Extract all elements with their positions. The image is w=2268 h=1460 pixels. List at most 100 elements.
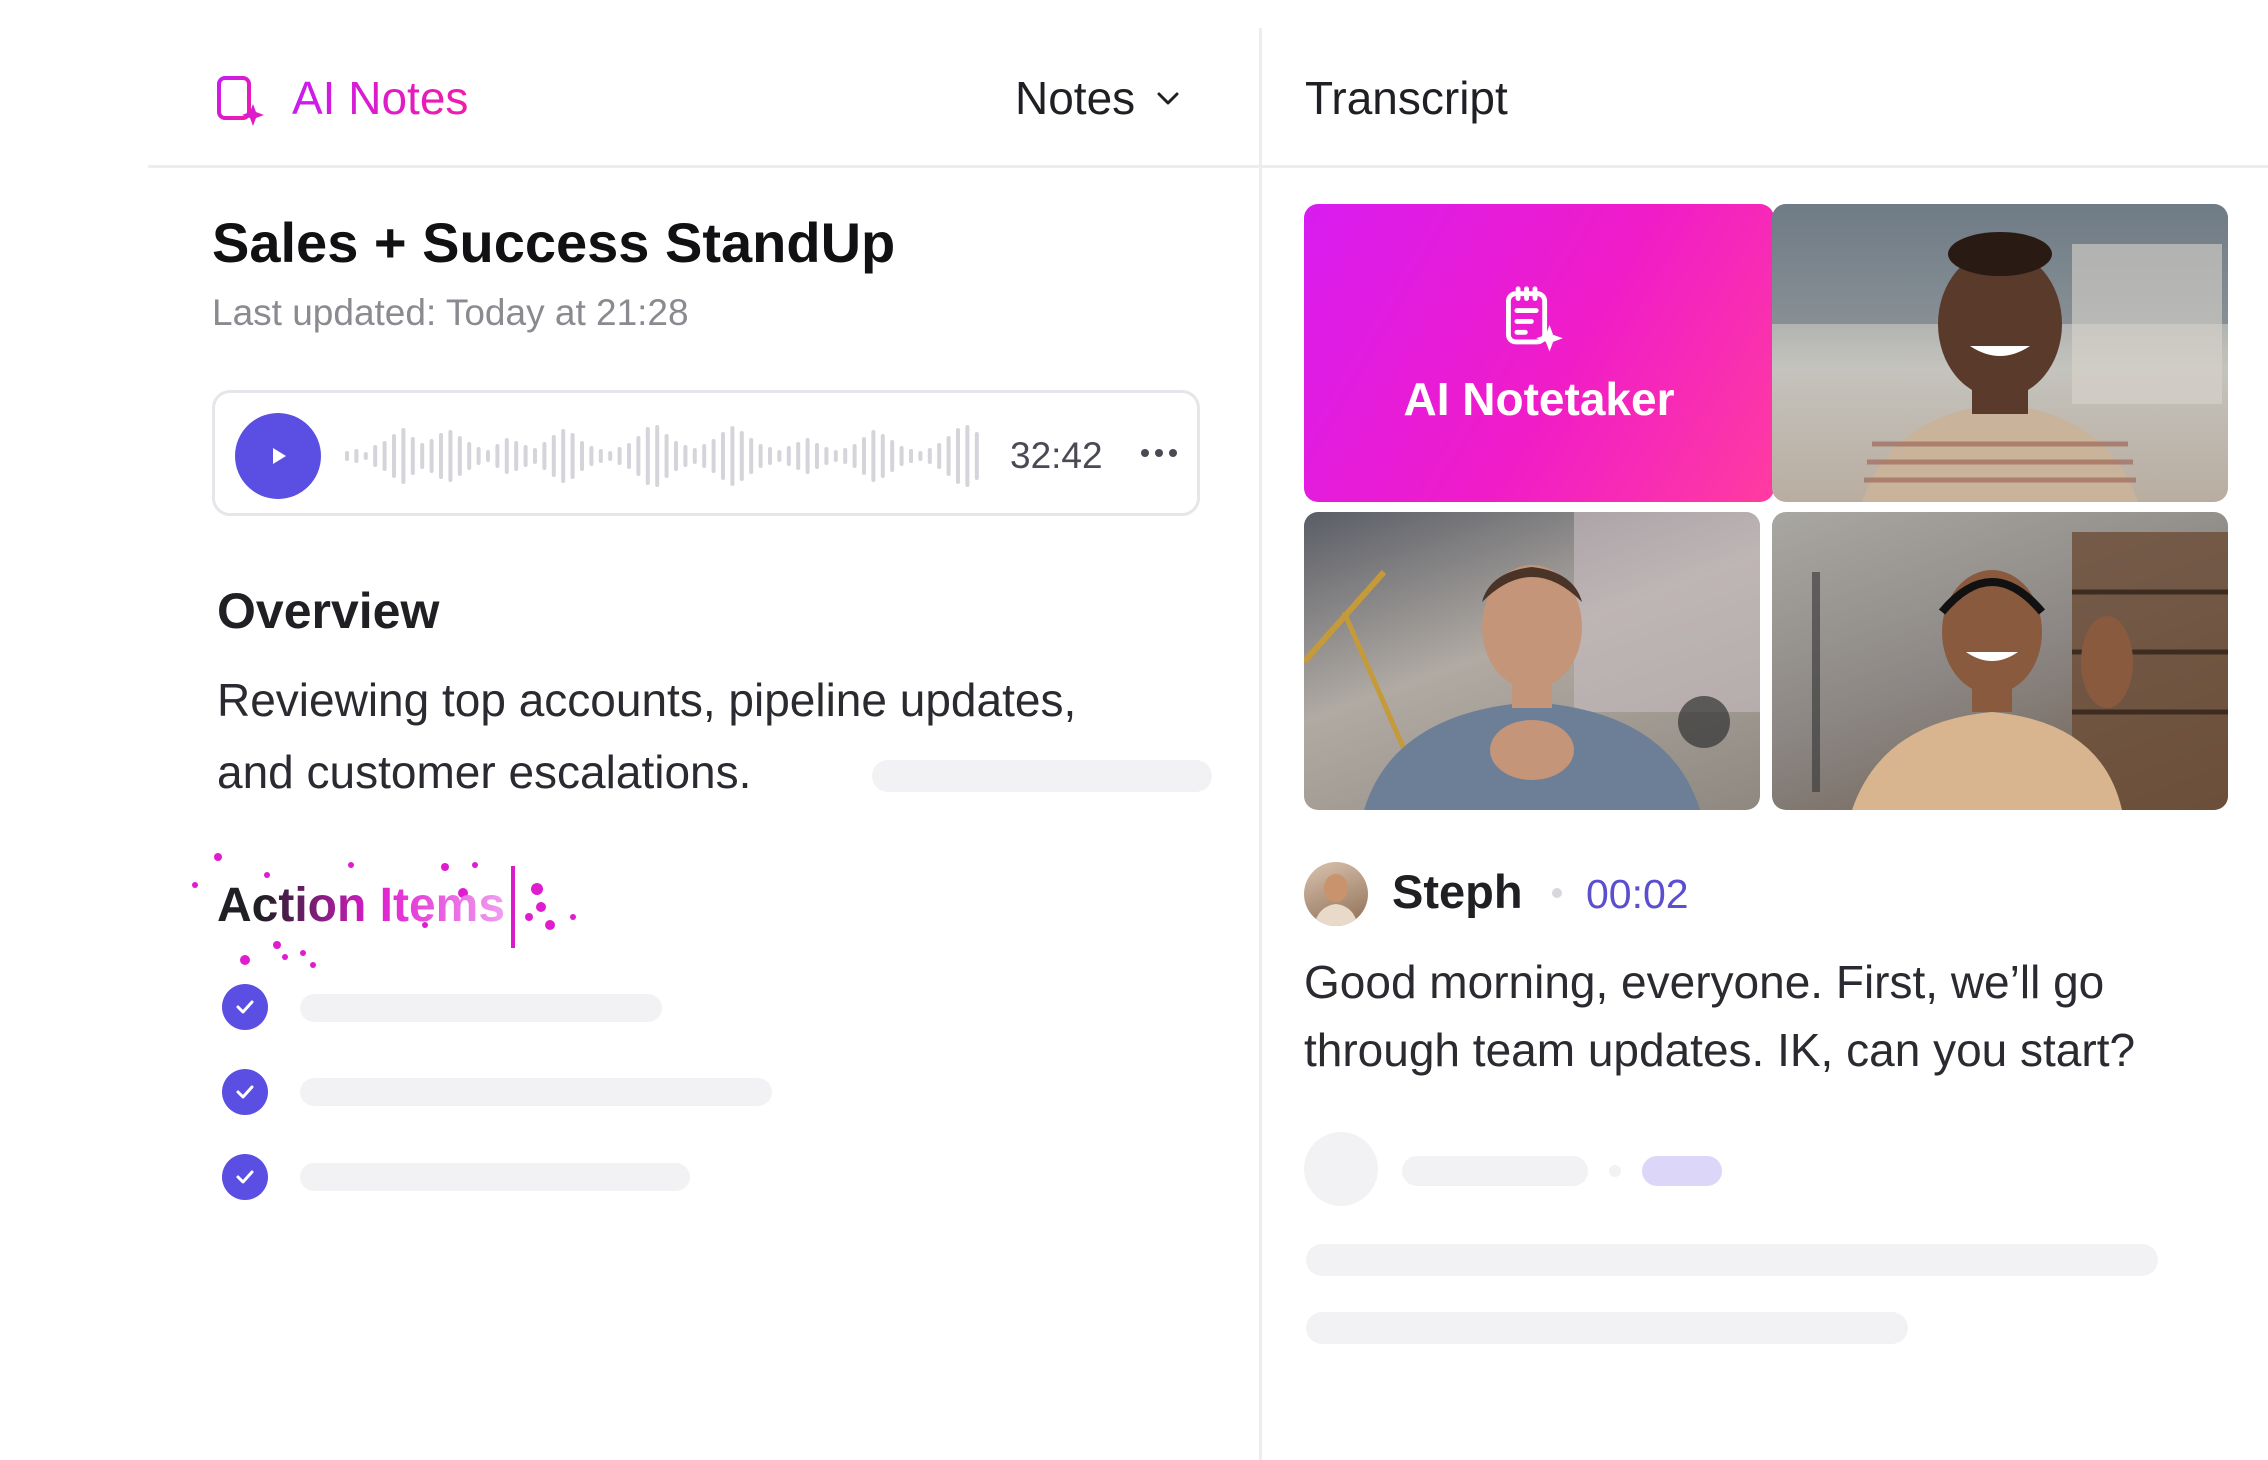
waveform-bar [739, 431, 744, 481]
check-icon [236, 1170, 254, 1184]
ai-notetaker-label: AI Notetaker [1403, 373, 1675, 425]
waveform-bar [956, 428, 960, 484]
name-placeholder [1402, 1156, 1588, 1186]
separator-dot [1552, 888, 1562, 898]
overview-text-line-2: and customer escalations. [217, 746, 752, 798]
waveform-bar [542, 442, 547, 470]
waveform-bar [946, 436, 951, 476]
ai-notetaker-tile: AI Notetaker [1304, 204, 1774, 502]
waveform-bar [796, 442, 801, 470]
waveform-bar [702, 444, 707, 468]
waveform-bar [852, 444, 857, 468]
transcript-timestamp[interactable]: 00:02 [1586, 866, 1689, 922]
separator-dot-placeholder [1609, 1165, 1621, 1177]
waveform-bar [871, 430, 876, 482]
waveform-bar [476, 447, 481, 465]
tab-transcript[interactable]: Transcript [1305, 68, 1508, 128]
waveform-bar [909, 449, 913, 463]
waveform-bar [608, 451, 613, 461]
overview-text-line-1: Reviewing top accounts, pipeline updates… [217, 674, 1077, 726]
action-items-heading: Action Items [217, 876, 505, 936]
overview-placeholder [872, 760, 1212, 792]
waveform-bar [533, 448, 537, 464]
participant-photo [1304, 512, 1760, 810]
waveform-bar [721, 432, 725, 480]
waveform-bar [927, 448, 932, 464]
chevron-down-icon [1157, 92, 1179, 105]
transcript-text-line-2: through team updates. IK, can you start? [1304, 1024, 2136, 1076]
waveform-bar [730, 426, 735, 486]
action-item-placeholder [300, 1163, 690, 1191]
waveform-bar [345, 451, 349, 461]
overview-heading: Overview [217, 583, 440, 639]
play-icon [273, 448, 286, 464]
waveform-bar [486, 450, 490, 462]
checkbox-checked[interactable] [222, 1069, 268, 1115]
waveform-bar [363, 452, 368, 460]
transcript-text-line-1: Good morning, everyone. First, we’ll go [1304, 956, 2105, 1008]
waveform-bar [570, 433, 575, 479]
notes-sparkle-icon [1506, 286, 1563, 352]
waveform-bar [467, 442, 472, 470]
waveform-bar [768, 447, 772, 465]
waveform-bar [965, 425, 970, 487]
waveform-bar [429, 439, 434, 473]
waveform-bar [758, 444, 763, 468]
waveform-bar [655, 425, 660, 487]
waveform-bar [354, 449, 359, 463]
waveform-bar [523, 445, 528, 467]
waveform-bar [410, 437, 415, 475]
waveform-bar [382, 441, 387, 471]
timestamp-placeholder [1642, 1156, 1722, 1186]
checkbox-checked[interactable] [222, 1154, 268, 1200]
waveform-bar [636, 436, 641, 476]
waveform-bar [749, 438, 754, 474]
waveform-bar [598, 449, 603, 463]
play-button[interactable] [235, 413, 321, 499]
notes-dropdown[interactable]: Notes [1015, 68, 1183, 128]
waveform-bar [373, 445, 378, 467]
last-updated: Last updated: Today at 21:28 [212, 292, 689, 333]
waveform-bar [890, 440, 895, 472]
participant-video[interactable] [1772, 512, 2228, 810]
text-placeholder [1306, 1312, 1908, 1344]
avatar-placeholder [1304, 1132, 1378, 1206]
waveform-bar [401, 428, 406, 484]
waveform-bar [457, 436, 462, 476]
audio-duration: 32:42 [1010, 435, 1103, 476]
waveform-bar [392, 434, 396, 478]
waveform-bar [937, 443, 942, 469]
checkbox-checked[interactable] [222, 984, 268, 1030]
participant-video[interactable] [1772, 204, 2228, 502]
participant-photo [1812, 532, 2228, 810]
speaker-name: Steph [1392, 865, 1523, 918]
panel-divider [1259, 28, 1262, 1460]
waveform-bar [805, 438, 810, 474]
waveform-bar [627, 443, 631, 469]
page-title: Sales + Success StandUp [212, 211, 896, 274]
waveform-bar [899, 446, 904, 466]
waveform-bar [674, 441, 678, 471]
waveform-bar [439, 433, 443, 479]
text-cursor [511, 866, 515, 948]
waveform-bar [918, 451, 923, 461]
waveform-bar [833, 450, 838, 462]
audio-player: 32:42 [212, 390, 1200, 516]
waveform-bar [495, 444, 500, 468]
waveform-bar [551, 435, 556, 477]
waveform-bar [617, 447, 622, 465]
avatar [1304, 862, 1368, 926]
waveform-bar [561, 429, 566, 483]
participant-video[interactable] [1304, 512, 1760, 810]
waveform-bar [777, 450, 782, 462]
header-divider [148, 165, 2268, 168]
waveform-bar [514, 441, 519, 471]
speaker-avatar-photo [1314, 874, 1358, 926]
waveform-bar [843, 448, 848, 464]
waveform-bar [504, 438, 509, 474]
waveform-bar [711, 439, 716, 473]
waveform-bar [645, 427, 650, 485]
more-options-button[interactable] [1135, 423, 1183, 483]
waveform-bar [815, 443, 819, 469]
audio-waveform[interactable] [345, 417, 985, 495]
